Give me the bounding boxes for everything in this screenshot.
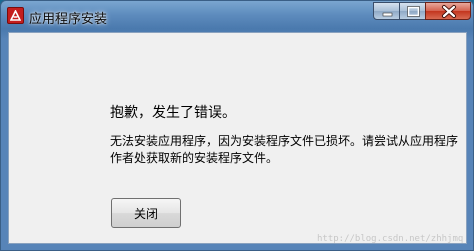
window-title: 应用程序安装 xyxy=(29,12,108,27)
minimize-button[interactable] xyxy=(373,2,400,20)
error-message: 无法安装应用程序，因为安装程序文件已损坏。请尝试从应用程序 作者处获取新的安装程… xyxy=(110,133,460,167)
maximize-button[interactable] xyxy=(399,2,426,20)
close-icon xyxy=(442,5,456,18)
title-bar[interactable]: 应用程序安装 xyxy=(1,1,473,32)
error-message-line-2: 作者处获取新的安装程序文件。 xyxy=(110,151,279,165)
close-button[interactable]: 关闭 xyxy=(111,198,181,228)
error-heading: 抱歉，发生了错误。 xyxy=(110,105,236,121)
watermark: http://blog.csdn.net/zhhjmq xyxy=(317,234,464,244)
minimize-icon xyxy=(382,12,393,17)
app-icon xyxy=(7,7,24,24)
maximize-icon xyxy=(407,6,420,17)
installer-window: 应用程序安装 抱歉，发生了错误。 无法安装应用程序，因为安装程序文件已损坏。请尝… xyxy=(0,0,474,251)
error-message-line-1: 无法安装应用程序，因为安装程序文件已损坏。请尝试从应用程序 xyxy=(110,134,459,148)
close-window-button[interactable] xyxy=(425,2,471,20)
dialog-body: 抱歉，发生了错误。 无法安装应用程序，因为安装程序文件已损坏。请尝试从应用程序 … xyxy=(8,32,467,244)
